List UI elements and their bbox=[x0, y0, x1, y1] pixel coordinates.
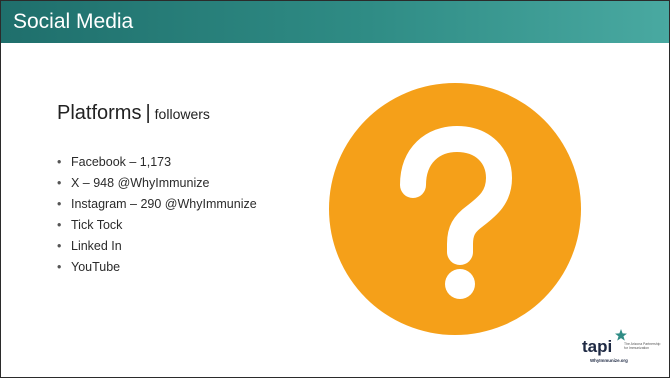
list-item-text: X – 948 @WhyImmunize bbox=[71, 176, 210, 190]
list-item: • Facebook – 1,173 bbox=[57, 155, 277, 169]
subtitle-platforms: Platforms bbox=[57, 102, 142, 124]
logo-tagline-line2: for Immunization bbox=[624, 346, 649, 350]
tapi-logo: tapi The Arizona Partnership for Immuniz… bbox=[582, 329, 660, 363]
list-item: • Tick Tock bbox=[57, 218, 277, 232]
bullet-icon: • bbox=[57, 176, 62, 190]
list-item: • Instagram – 290 @WhyImmunize bbox=[57, 197, 277, 211]
question-mark-icon bbox=[329, 83, 581, 335]
bullet-icon: • bbox=[57, 218, 62, 232]
bullet-icon: • bbox=[57, 260, 62, 274]
bullet-icon: • bbox=[57, 239, 62, 253]
list-item-text: Tick Tock bbox=[71, 218, 123, 232]
list-item: • YouTube bbox=[57, 260, 277, 274]
list-item-text: Facebook – 1,173 bbox=[71, 155, 172, 169]
list-item: • X – 948 @WhyImmunize bbox=[57, 176, 277, 190]
logo-wordmark: tapi bbox=[582, 337, 612, 356]
slide-subtitle: Platforms | followers bbox=[57, 101, 210, 126]
list-item-text: Linked In bbox=[71, 239, 122, 253]
logo-url: WhyImmunize.org bbox=[590, 358, 628, 363]
slide-title: Social Media bbox=[13, 10, 134, 33]
list-item-text: Instagram – 290 @WhyImmunize bbox=[71, 197, 257, 211]
slide: Social Media Platforms | followers • Facebo… bbox=[0, 0, 670, 378]
subtitle-separator: | bbox=[145, 102, 151, 124]
list-item-text: YouTube bbox=[71, 260, 121, 274]
platform-list: • Facebook – 1,173 • X – 948 @WhyImmunize … bbox=[57, 155, 277, 281]
subtitle-followers: followers bbox=[154, 106, 210, 122]
bullet-icon: • bbox=[57, 197, 62, 211]
title-bar: Social Media bbox=[1, 1, 669, 43]
bullet-icon: • bbox=[57, 155, 62, 169]
list-item: • Linked In bbox=[57, 239, 277, 253]
